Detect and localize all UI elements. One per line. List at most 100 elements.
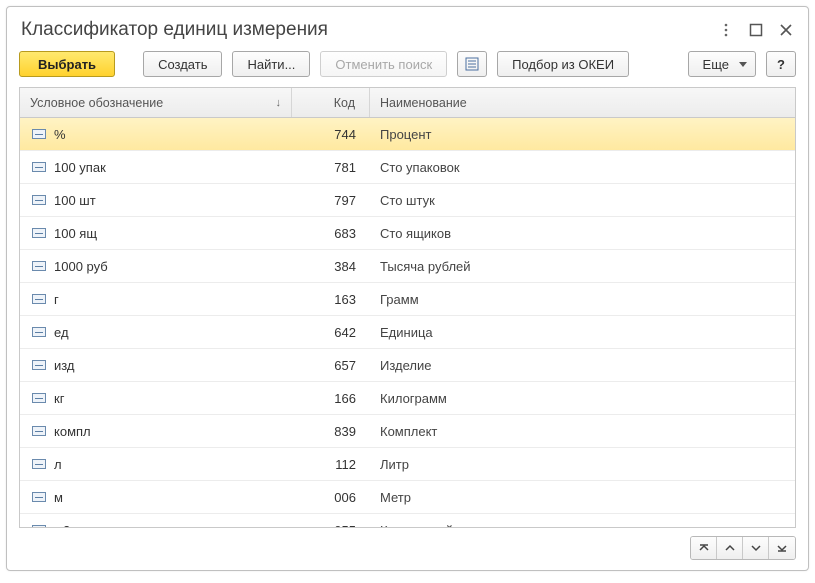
window-controls: [718, 22, 794, 38]
find-button[interactable]: Найти...: [232, 51, 310, 77]
table-row[interactable]: л 112Литр: [20, 448, 795, 481]
table-body: %744Процент100 упак781Сто упаковок100 шт…: [20, 118, 795, 527]
table-row[interactable]: изд 657Изделие: [20, 349, 795, 382]
scroll-bottom-icon: [776, 542, 788, 554]
item-icon: [32, 195, 46, 205]
symbol-text: ед: [54, 325, 69, 340]
list-mode-button[interactable]: [457, 51, 487, 77]
pick-okei-button[interactable]: Подбор из ОКЕИ: [497, 51, 629, 77]
close-icon[interactable]: [778, 22, 794, 38]
cell-code: 642: [292, 316, 370, 348]
item-icon: [32, 525, 46, 527]
list-icon: [465, 57, 479, 71]
classifier-window: Классификатор единиц измерения Выбрать С…: [6, 6, 809, 571]
cell-code: 744: [292, 118, 370, 150]
item-icon: [32, 129, 46, 139]
symbol-text: %: [54, 127, 66, 142]
cell-code: 166: [292, 382, 370, 414]
table-row[interactable]: г163Грамм: [20, 283, 795, 316]
toolbar: Выбрать Создать Найти... Отменить поиск …: [19, 51, 796, 87]
symbol-text: м2: [54, 523, 70, 528]
table-row[interactable]: ед642Единица: [20, 316, 795, 349]
item-icon: [32, 360, 46, 370]
cell-symbol: г: [20, 283, 292, 315]
scroll-nav-group: [690, 536, 796, 560]
cell-symbol: 100 ящ: [20, 217, 292, 249]
cell-symbol: м2: [20, 514, 292, 527]
item-icon: [32, 294, 46, 304]
footer: [19, 528, 796, 560]
scroll-bottom-button[interactable]: [769, 537, 795, 559]
cell-symbol: л: [20, 448, 292, 480]
item-icon: [32, 459, 46, 469]
cell-symbol: изд: [20, 349, 292, 381]
scroll-top-icon: [698, 542, 710, 554]
table-row[interactable]: % 744Процент: [20, 118, 795, 151]
item-icon: [32, 261, 46, 271]
maximize-icon[interactable]: [748, 22, 764, 38]
cell-code: 781: [292, 151, 370, 183]
header-name[interactable]: Наименование: [370, 88, 795, 117]
scroll-top-button[interactable]: [691, 537, 717, 559]
cell-symbol: 100 шт: [20, 184, 292, 216]
cell-symbol: м: [20, 481, 292, 513]
cell-name: Комплект: [370, 415, 795, 447]
table-row[interactable]: 100 шт 797Сто штук: [20, 184, 795, 217]
table-row[interactable]: 100 упак 781Сто упаковок: [20, 151, 795, 184]
table-row[interactable]: м2 055Квадратный метр: [20, 514, 795, 527]
cell-name: Сто упаковок: [370, 151, 795, 183]
symbol-text: л: [54, 457, 62, 472]
scroll-down-button[interactable]: [743, 537, 769, 559]
chevron-up-icon: [724, 542, 736, 554]
sort-indicator-icon: ↓: [276, 97, 282, 109]
table-header: Условное обозначение ↓ Код Наименование: [20, 88, 795, 118]
symbol-text: м: [54, 490, 63, 505]
table-row[interactable]: компл839Комплект: [20, 415, 795, 448]
cell-code: 384: [292, 250, 370, 282]
titlebar: Классификатор единиц измерения: [19, 15, 796, 51]
cell-symbol: компл: [20, 415, 292, 447]
header-code[interactable]: Код: [292, 88, 370, 117]
table-row[interactable]: 100 ящ683Сто ящиков: [20, 217, 795, 250]
cell-code: 055: [292, 514, 370, 527]
kebab-menu-icon[interactable]: [718, 22, 734, 38]
select-button[interactable]: Выбрать: [19, 51, 115, 77]
symbol-text: 100 ящ: [54, 226, 97, 241]
symbol-text: 1000 руб: [54, 259, 108, 274]
cell-name: Сто штук: [370, 184, 795, 216]
table-row[interactable]: кг166Килограмм: [20, 382, 795, 415]
create-button[interactable]: Создать: [143, 51, 222, 77]
symbol-text: 100 упак: [54, 160, 106, 175]
cell-name: Квадратный метр: [370, 514, 795, 527]
item-icon: [32, 492, 46, 502]
cell-code: 112: [292, 448, 370, 480]
table-row[interactable]: 1000 руб384Тысяча рублей: [20, 250, 795, 283]
symbol-text: 100 шт: [54, 193, 96, 208]
cell-code: 839: [292, 415, 370, 447]
table-row[interactable]: м006Метр: [20, 481, 795, 514]
units-table: Условное обозначение ↓ Код Наименование …: [19, 87, 796, 528]
cell-code: 797: [292, 184, 370, 216]
cell-code: 657: [292, 349, 370, 381]
cell-name: Метр: [370, 481, 795, 513]
help-button[interactable]: ?: [766, 51, 796, 77]
cell-name: Литр: [370, 448, 795, 480]
symbol-text: изд: [54, 358, 75, 373]
cell-symbol: 100 упак: [20, 151, 292, 183]
cell-symbol: кг: [20, 382, 292, 414]
window-title: Классификатор единиц измерения: [21, 19, 328, 41]
cell-symbol: ед: [20, 316, 292, 348]
more-button[interactable]: Еще: [688, 51, 756, 77]
cell-code: 163: [292, 283, 370, 315]
scroll-up-button[interactable]: [717, 537, 743, 559]
item-icon: [32, 162, 46, 172]
cell-name: Сто ящиков: [370, 217, 795, 249]
header-symbol[interactable]: Условное обозначение ↓: [20, 88, 292, 117]
cell-name: Изделие: [370, 349, 795, 381]
cell-name: Грамм: [370, 283, 795, 315]
header-code-label: Код: [334, 96, 355, 110]
cell-name: Процент: [370, 118, 795, 150]
cell-symbol: %: [20, 118, 292, 150]
item-icon: [32, 393, 46, 403]
item-icon: [32, 426, 46, 436]
